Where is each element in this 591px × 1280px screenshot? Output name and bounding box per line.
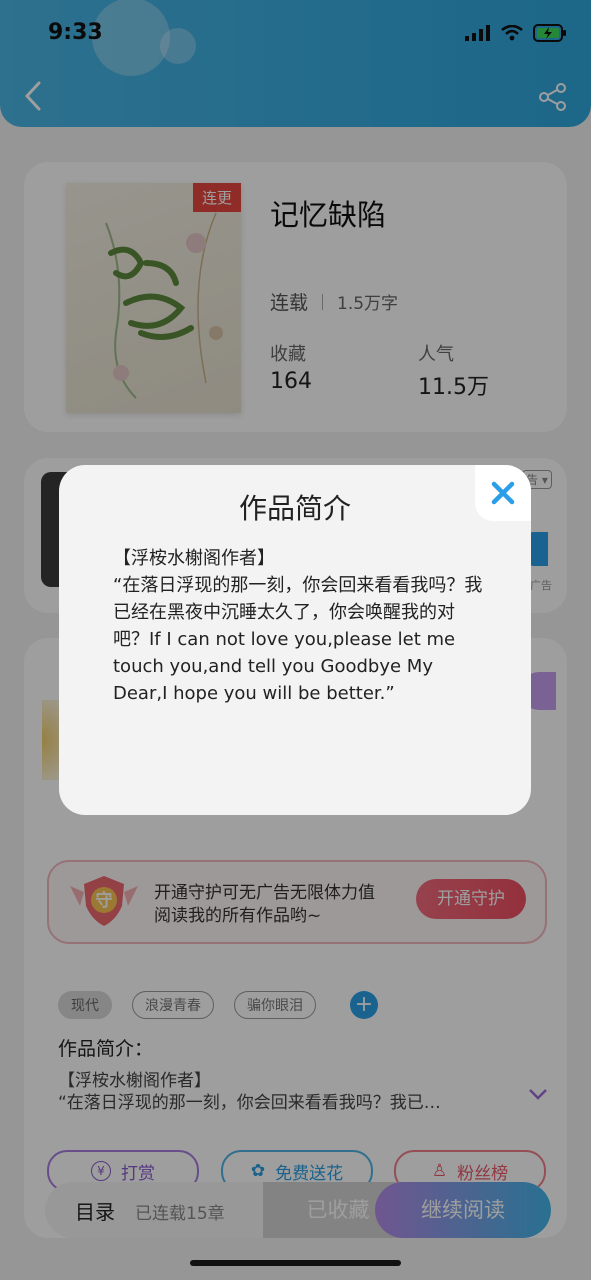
modal-body: 【浮桉水榭阁作者】 “在落日浮现的那一刻，你会回来看看我吗？我已经在黑夜中沉睡太… xyxy=(113,548,483,704)
home-indicator xyxy=(190,1260,401,1266)
close-icon xyxy=(491,481,515,505)
modal-title: 作品简介 xyxy=(238,492,351,525)
intro-modal: 作品简介 【浮桉水榭阁作者】 “在落日浮现的那一刻，你会回来看看我吗？我已经在黑… xyxy=(59,465,531,815)
modal-close-button[interactable] xyxy=(475,465,531,521)
